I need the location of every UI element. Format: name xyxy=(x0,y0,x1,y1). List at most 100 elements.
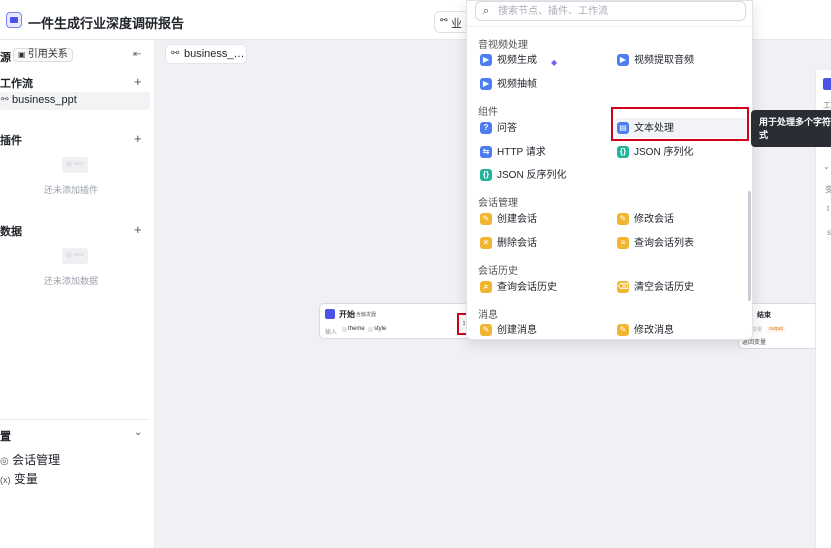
node-search-input[interactable] xyxy=(498,4,738,19)
node-item-label: 视频抽帧 xyxy=(497,79,537,90)
add-workflow-button[interactable]: + xyxy=(134,74,142,89)
session-icon: ◎ xyxy=(0,456,9,467)
json-deserialize-icon: {} xyxy=(480,169,492,181)
picker-scrollbar[interactable] xyxy=(748,191,751,301)
workflow-icon: ⚯ xyxy=(171,48,180,59)
canvas-workflow-tab-label: business_… xyxy=(184,48,245,60)
section-title-components: 组件 xyxy=(478,107,498,118)
end-node-title: 结束 xyxy=(757,312,771,319)
top-tab-label: 业 xyxy=(451,18,462,30)
workflow-icon: ⚯ xyxy=(440,15,448,25)
sidebar-item-session-label: 会话管理 xyxy=(12,453,61,467)
add-plugin-button[interactable]: + xyxy=(134,131,142,146)
sidebar-item-variable-label: 变量 xyxy=(13,472,38,486)
message-edit-icon: ✎ xyxy=(617,324,629,336)
node-item-label: 问答 xyxy=(497,123,517,134)
node-item-history-clear[interactable]: ⌫ 清空会话历史 xyxy=(616,281,694,299)
premium-gem-icon: ◆ xyxy=(551,58,558,67)
workflow-item-business-ppt[interactable]: ⚯ business_ppt xyxy=(0,92,150,110)
tooltip-line-1: 用于处理多个字符 xyxy=(759,117,831,127)
node-item-label: HTTP 请求 xyxy=(497,147,546,158)
end-node-output-tag: output xyxy=(767,326,785,332)
history-clear-icon: ⌫ xyxy=(617,281,629,293)
node-item-label: 创建会话 xyxy=(497,214,537,225)
http-icon: ⇆ xyxy=(480,146,492,158)
reference-button[interactable]: ▣ 引用关系 xyxy=(13,48,73,62)
app-logo-icon xyxy=(6,12,22,28)
node-item-question[interactable]: ? 问答 xyxy=(479,122,517,140)
start-node-tag: 含触发器 xyxy=(356,312,377,318)
chat-delete-icon: ✕ xyxy=(480,237,492,249)
start-node-title: 开始 xyxy=(339,310,355,319)
json-serialize-icon: {} xyxy=(617,146,629,158)
empty-data-text: 还未添加数据 xyxy=(44,276,99,286)
node-item-video-frame[interactable]: ▶ 视频抽帧 xyxy=(479,78,537,96)
panel-chevron-icon[interactable]: ⌄ xyxy=(823,162,830,171)
node-item-message-create[interactable]: ✎ 创建消息 xyxy=(479,324,537,342)
node-item-message-edit[interactable]: ✎ 修改消息 xyxy=(616,324,674,342)
node-search-box[interactable]: ⌕ xyxy=(475,1,746,21)
data-section-title: 数据 xyxy=(0,226,22,238)
node-item-chat-list[interactable]: ≡ 查询会话列表 xyxy=(616,237,694,255)
chat-create-icon: ✎ xyxy=(480,213,492,225)
panel-label-3: t xyxy=(827,204,830,213)
settings-chevron-icon[interactable]: ⌄ xyxy=(134,427,142,438)
plugin-section-title: 插件 xyxy=(0,135,22,147)
sidebar-item-variable[interactable]: (x) 变量 xyxy=(0,470,38,487)
add-data-button[interactable]: + xyxy=(134,222,142,237)
section-title-history: 会话历史 xyxy=(478,266,518,277)
picker-divider xyxy=(467,26,754,27)
panel-node-icon xyxy=(823,78,831,90)
section-title-message: 消息 xyxy=(478,310,498,321)
empty-plugin-illustration xyxy=(62,157,88,173)
node-item-label: 视频提取音频 xyxy=(634,55,694,66)
node-item-label: 修改消息 xyxy=(634,325,674,336)
node-item-label: 删除会话 xyxy=(497,238,537,249)
workflow-item-label: business_ppt xyxy=(12,94,77,106)
chat-edit-icon: ✎ xyxy=(617,213,629,225)
node-item-video-generate[interactable]: ▶ 视频生成 ◆ xyxy=(479,54,557,72)
start-node[interactable]: 开始 含触发器 输入 theme style xyxy=(319,303,475,339)
panel-label-4: s xyxy=(827,228,831,237)
section-title-av: 音视频处理 xyxy=(478,40,528,51)
history-query-icon: ⌕ xyxy=(480,281,492,293)
start-node-icon xyxy=(325,309,335,319)
node-item-chat-edit[interactable]: ✎ 修改会话 xyxy=(616,213,674,231)
sidebar-divider xyxy=(0,419,150,420)
empty-plugin-text: 还未添加插件 xyxy=(44,185,99,195)
node-tooltip: 用于处理多个字符 式 xyxy=(751,110,831,147)
sidebar-item-session[interactable]: ◎ 会话管理 xyxy=(0,451,60,468)
node-item-label: 修改会话 xyxy=(634,214,674,225)
node-item-http[interactable]: ⇆ HTTP 请求 xyxy=(479,146,546,164)
node-item-json-deserialize[interactable]: {} JSON 反序列化 xyxy=(479,169,566,187)
start-node-input-label: 输入 xyxy=(325,330,338,336)
node-item-label: JSON 序列化 xyxy=(634,147,694,158)
variable-icon: (x) xyxy=(0,475,11,485)
resources-label: 源 xyxy=(0,52,11,64)
node-item-label: 创建消息 xyxy=(497,325,537,336)
video-frame-icon: ▶ xyxy=(480,78,492,90)
collapse-sidebar-icon[interactable]: ⇤ xyxy=(133,49,141,60)
node-item-label: 视频生成 xyxy=(497,55,537,66)
reference-icon: ▣ xyxy=(18,50,28,59)
node-item-json-serialize[interactable]: {} JSON 序列化 xyxy=(616,146,693,164)
node-item-video-audio[interactable]: ▶ 视频提取音频 xyxy=(616,54,694,72)
tooltip-line-2: 式 xyxy=(759,130,769,140)
empty-data-illustration xyxy=(62,248,88,264)
left-sidebar: 源 ▣ 引用关系 ⇤ 工作流 + ⚯ business_ppt 插件 + 还未添… xyxy=(0,40,155,548)
canvas-workflow-tab[interactable]: ⚯ business_… xyxy=(165,44,247,64)
workflow-icon: ⚯ xyxy=(1,94,9,104)
start-node-param-style: style xyxy=(368,326,386,332)
video-generate-icon: ▶ xyxy=(480,54,492,66)
start-node-param-theme: theme xyxy=(342,326,365,332)
node-item-chat-create[interactable]: ✎ 创建会话 xyxy=(479,213,537,231)
settings-section-title: 置 xyxy=(0,431,11,443)
edit-title-icon[interactable]: ✎ xyxy=(159,14,168,27)
node-item-label: 查询会话历史 xyxy=(497,282,557,293)
annotation-highlight-box xyxy=(611,107,749,141)
node-item-chat-delete[interactable]: ✕ 删除会话 xyxy=(479,237,537,255)
message-create-icon: ✎ xyxy=(480,324,492,336)
node-item-history-query[interactable]: ⌕ 查询会话历史 xyxy=(479,281,557,299)
node-item-label: 查询会话列表 xyxy=(634,238,694,249)
panel-label-2: 变 xyxy=(825,185,831,194)
